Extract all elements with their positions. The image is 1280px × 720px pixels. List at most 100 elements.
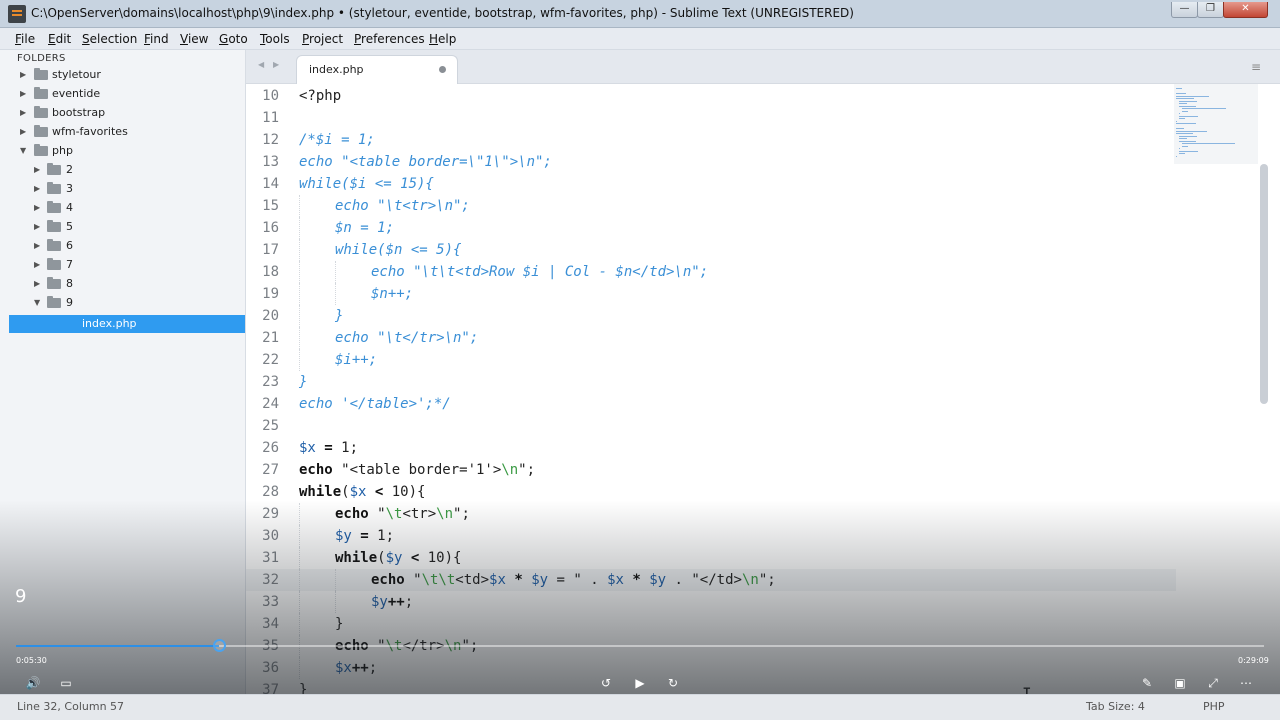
menu-file[interactable]: File	[15, 32, 35, 46]
tab-prev-icon[interactable]: ◀	[258, 60, 264, 69]
collapse-arrow-icon[interactable]: ▼	[20, 146, 26, 155]
more-options-icon[interactable]: ⋯	[1237, 675, 1255, 691]
expand-arrow-icon[interactable]: ▶	[20, 89, 26, 98]
folder-icon	[34, 125, 48, 137]
expand-arrow-icon[interactable]: ▶	[34, 203, 40, 212]
close-button[interactable]: ✕	[1223, 2, 1268, 18]
expand-arrow-icon[interactable]: ▶	[20, 70, 26, 79]
indent-guide	[299, 305, 300, 327]
expand-arrow-icon[interactable]: ▶	[34, 184, 40, 193]
folder-php-2[interactable]: ▶ 2	[0, 161, 245, 180]
folder-styletour[interactable]: ▶ styletour	[0, 66, 245, 85]
play-icon[interactable]: ▶	[631, 675, 649, 691]
code-line[interactable]: 20}	[246, 305, 1176, 327]
code-line[interactable]: 11	[246, 107, 1176, 129]
expand-arrow-icon[interactable]: ▶	[34, 279, 40, 288]
code-line[interactable]: 15 echo "\t<tr>\n";	[246, 195, 1176, 217]
expand-arrow-icon[interactable]: ▶	[34, 165, 40, 174]
menu-help[interactable]: Help	[429, 32, 456, 46]
code-text: while($n <= 5){	[335, 239, 461, 261]
folder-php-6[interactable]: ▶ 6	[0, 237, 245, 256]
minimap-line	[1179, 150, 1198, 152]
minimize-button[interactable]: —	[1171, 2, 1198, 18]
expand-arrow-icon[interactable]: ▶	[34, 260, 40, 269]
sublime-app-icon[interactable]	[8, 5, 26, 23]
volume-icon[interactable]: 🔊	[24, 675, 42, 691]
code-line[interactable]: 24 echo '</table>';*/	[246, 393, 1176, 415]
menu-goto[interactable]: Goto	[219, 32, 248, 46]
menu-tools[interactable]: Tools	[260, 32, 290, 46]
tab-index-php[interactable]: index.php	[296, 55, 458, 85]
syntax-selector[interactable]: PHP	[1203, 700, 1225, 713]
menu-preferences[interactable]: Preferences	[354, 32, 425, 46]
folder-php-5[interactable]: ▶ 5	[0, 218, 245, 237]
maximize-button[interactable]: ❐	[1197, 2, 1224, 18]
code-line[interactable]: 13 echo "<table border=\"1\">\n";	[246, 151, 1176, 173]
unsaved-dot-icon[interactable]	[439, 66, 446, 73]
code-token: echo "<table border=\"1\">\n";	[299, 154, 552, 170]
menu-edit[interactable]: Edit	[48, 32, 71, 46]
folder-php-3[interactable]: ▶ 3	[0, 180, 245, 199]
folder-php-8[interactable]: ▶ 8	[0, 275, 245, 294]
code-line[interactable]: 25	[246, 415, 1176, 437]
minimap-line	[1176, 95, 1209, 97]
miniplayer-icon[interactable]: ▣	[1171, 675, 1189, 691]
code-line[interactable]: 22 $i++;	[246, 349, 1176, 371]
status-bar: Line 32, Column 57 Tab Size: 4 PHP	[0, 694, 1280, 720]
code-line[interactable]: 19 $n++;	[246, 283, 1176, 305]
folder-php-4[interactable]: ▶ 4	[0, 199, 245, 218]
tab-next-icon[interactable]: ▶	[273, 60, 279, 69]
fullscreen-icon[interactable]: ⤢	[1204, 675, 1222, 691]
vertical-scrollbar[interactable]	[1260, 164, 1268, 404]
menu-selection[interactable]: Selection	[82, 32, 137, 46]
code-line[interactable]: 14 while($i <= 15){	[246, 173, 1176, 195]
code-line[interactable]: 18 echo "\t\t<td>Row $i | Col - $n</td>\n…	[246, 261, 1176, 283]
minimap-line	[1179, 140, 1196, 142]
folder-label: php	[52, 144, 73, 157]
code-token: $n++;	[371, 286, 414, 302]
code-text: echo "\t<tr>\n";	[335, 195, 470, 217]
expand-arrow-icon[interactable]: ▶	[34, 241, 40, 250]
menu-find[interactable]: Find	[144, 32, 169, 46]
expand-arrow-icon[interactable]: ▶	[34, 222, 40, 231]
minimap[interactable]	[1174, 84, 1258, 164]
folder-eventide[interactable]: ▶ eventide	[0, 85, 245, 104]
folder-icon	[47, 220, 61, 232]
code-line[interactable]: 26 $x = 1;	[246, 437, 1176, 459]
tab-menu-icon[interactable]: ≡	[1251, 60, 1261, 74]
line-number: 22	[262, 352, 279, 368]
folder-label: 7	[66, 258, 73, 271]
folder-label: bootstrap	[52, 106, 106, 119]
minimap-line	[1179, 118, 1185, 119]
captions-icon[interactable]: ▭	[57, 675, 75, 691]
line-number: 23	[262, 374, 279, 390]
collapse-arrow-icon[interactable]: ▼	[34, 298, 40, 307]
rewind-10-icon[interactable]: ↺	[597, 675, 615, 691]
code-line[interactable]: 23}	[246, 371, 1176, 393]
code-line[interactable]: 17 while($n <= 5){	[246, 239, 1176, 261]
menu-view[interactable]: View	[180, 32, 208, 46]
menu-project[interactable]: Project	[302, 32, 343, 46]
code-text: $n = 1;	[335, 217, 394, 239]
code-line[interactable]: 16 $n = 1;	[246, 217, 1176, 239]
folder-wfm-favorites[interactable]: ▶ wfm-favorites	[0, 123, 245, 142]
code-line[interactable]: 27 echo "<table border='1'>\n";	[246, 459, 1176, 481]
open-folder-icon	[34, 144, 48, 156]
minimap-line	[1179, 105, 1196, 107]
code-line[interactable]: 21 echo "\t</tr>\n";	[246, 327, 1176, 349]
video-progress-bar[interactable]	[16, 639, 1264, 652]
folder-php-9[interactable]: ▼ 9	[0, 294, 245, 313]
code-line[interactable]: 10 <?php	[246, 85, 1176, 107]
file-index-php[interactable]: index.php	[9, 315, 245, 333]
folder-bootstrap[interactable]: ▶ bootstrap	[0, 104, 245, 123]
video-progress-fill	[16, 645, 220, 647]
expand-arrow-icon[interactable]: ▶	[20, 108, 26, 117]
edit-pencil-icon[interactable]: ✎	[1138, 675, 1156, 691]
folder-php[interactable]: ▼ php	[0, 142, 245, 161]
expand-arrow-icon[interactable]: ▶	[20, 127, 26, 136]
tab-size-setting[interactable]: Tab Size: 4	[1086, 700, 1145, 713]
forward-30-icon[interactable]: ↻	[664, 675, 682, 691]
minimap-line	[1182, 110, 1188, 112]
folder-php-7[interactable]: ▶ 7	[0, 256, 245, 275]
code-line[interactable]: 12 /*$i = 1;	[246, 129, 1176, 151]
